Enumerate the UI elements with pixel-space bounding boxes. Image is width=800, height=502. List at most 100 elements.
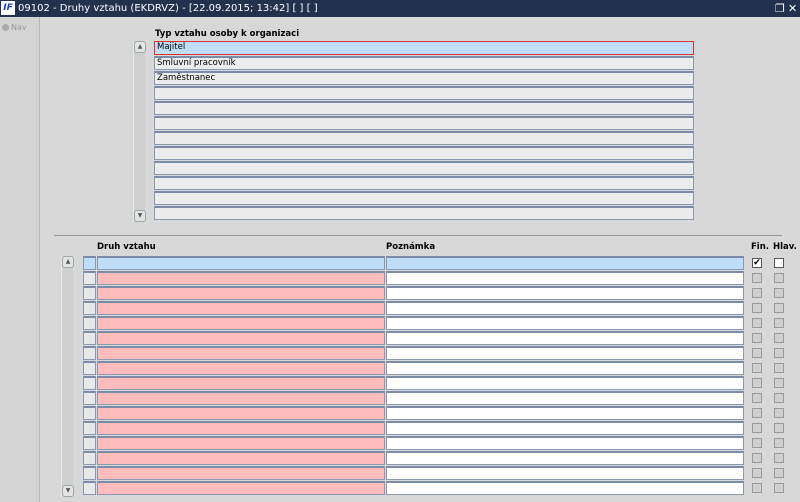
poznamka-field[interactable] bbox=[386, 466, 744, 480]
druh-vztahu-field[interactable] bbox=[97, 361, 385, 375]
typ-vztahu-field[interactable] bbox=[154, 116, 694, 130]
poznamka-field[interactable] bbox=[386, 406, 744, 420]
record-indicator[interactable] bbox=[83, 421, 96, 435]
druh-vztahu-field[interactable] bbox=[97, 466, 385, 480]
scroll-down-icon[interactable]: ▼ bbox=[62, 485, 74, 497]
record-indicator[interactable] bbox=[83, 271, 96, 285]
fin-checkbox[interactable] bbox=[752, 483, 762, 493]
record-indicator[interactable] bbox=[83, 376, 96, 390]
fin-checkbox[interactable] bbox=[752, 348, 762, 358]
typ-vztahu-field[interactable]: Majitel bbox=[154, 41, 694, 55]
fin-checkbox[interactable] bbox=[752, 288, 762, 298]
druh-vztahu-field[interactable] bbox=[97, 331, 385, 345]
typ-vztahu-field[interactable] bbox=[154, 161, 694, 175]
fin-checkbox[interactable] bbox=[752, 438, 762, 448]
poznamka-field[interactable] bbox=[386, 481, 744, 495]
hlav-checkbox[interactable] bbox=[774, 318, 784, 328]
record-indicator[interactable] bbox=[83, 481, 96, 495]
poznamka-field[interactable] bbox=[386, 271, 744, 285]
hlav-checkbox[interactable] bbox=[774, 258, 784, 268]
poznamka-field[interactable] bbox=[386, 436, 744, 450]
druh-vztahu-field[interactable] bbox=[97, 316, 385, 330]
fin-checkbox[interactable] bbox=[752, 393, 762, 403]
close-icon[interactable]: ✕ bbox=[788, 0, 797, 17]
scroll-down-icon[interactable]: ▼ bbox=[134, 210, 146, 222]
record-indicator[interactable] bbox=[83, 406, 96, 420]
bottom-scrollbar[interactable]: ▲ ▼ bbox=[61, 256, 74, 497]
poznamka-field[interactable] bbox=[386, 346, 744, 360]
druh-vztahu-field[interactable] bbox=[97, 421, 385, 435]
hlav-checkbox[interactable] bbox=[774, 408, 784, 418]
poznamka-field[interactable] bbox=[386, 286, 744, 300]
hlav-checkbox[interactable] bbox=[774, 468, 784, 478]
poznamka-field[interactable] bbox=[386, 391, 744, 405]
typ-vztahu-field[interactable] bbox=[154, 206, 694, 220]
fin-checkbox[interactable] bbox=[752, 468, 762, 478]
typ-vztahu-field[interactable]: Smluvní pracovník bbox=[154, 56, 694, 70]
fin-checkbox[interactable] bbox=[752, 318, 762, 328]
record-indicator[interactable] bbox=[83, 361, 96, 375]
druh-vztahu-field[interactable] bbox=[97, 271, 385, 285]
hlav-checkbox[interactable] bbox=[774, 423, 784, 433]
druh-vztahu-field[interactable] bbox=[97, 346, 385, 360]
typ-vztahu-field[interactable] bbox=[154, 176, 694, 190]
record-indicator[interactable] bbox=[83, 451, 96, 465]
fin-checkbox[interactable] bbox=[752, 408, 762, 418]
record-indicator[interactable] bbox=[83, 256, 96, 270]
poznamka-field[interactable] bbox=[386, 361, 744, 375]
druh-vztahu-field[interactable] bbox=[97, 286, 385, 300]
poznamka-field[interactable] bbox=[386, 256, 744, 270]
record-indicator[interactable] bbox=[83, 286, 96, 300]
hlav-checkbox[interactable] bbox=[774, 378, 784, 388]
scroll-up-icon[interactable]: ▲ bbox=[62, 256, 74, 268]
scroll-up-icon[interactable]: ▲ bbox=[134, 41, 146, 53]
druh-vztahu-field[interactable] bbox=[97, 301, 385, 315]
hlav-checkbox[interactable] bbox=[774, 363, 784, 373]
fin-checkbox[interactable] bbox=[752, 423, 762, 433]
druh-vztahu-field[interactable] bbox=[97, 376, 385, 390]
druh-vztahu-field[interactable] bbox=[97, 391, 385, 405]
poznamka-field[interactable] bbox=[386, 316, 744, 330]
fin-checkbox[interactable] bbox=[752, 363, 762, 373]
poznamka-field[interactable] bbox=[386, 421, 744, 435]
record-indicator[interactable] bbox=[83, 436, 96, 450]
fin-checkbox[interactable] bbox=[752, 273, 762, 283]
record-indicator[interactable] bbox=[83, 316, 96, 330]
hlav-checkbox[interactable] bbox=[774, 453, 784, 463]
druh-vztahu-field[interactable] bbox=[97, 406, 385, 420]
top-scrollbar[interactable]: ▲ ▼ bbox=[133, 41, 146, 222]
typ-vztahu-field[interactable] bbox=[154, 101, 694, 115]
hlav-checkbox[interactable] bbox=[774, 303, 784, 313]
typ-vztahu-field[interactable] bbox=[154, 146, 694, 160]
poznamka-field[interactable] bbox=[386, 451, 744, 465]
record-indicator[interactable] bbox=[83, 391, 96, 405]
typ-vztahu-field[interactable] bbox=[154, 191, 694, 205]
restore-icon[interactable]: ❐ bbox=[775, 0, 785, 17]
record-indicator[interactable] bbox=[83, 466, 96, 480]
hlav-checkbox[interactable] bbox=[774, 438, 784, 448]
fin-checkbox[interactable] bbox=[752, 303, 762, 313]
hlav-checkbox[interactable] bbox=[774, 273, 784, 283]
poznamka-field[interactable] bbox=[386, 301, 744, 315]
nav-button[interactable]: Nav bbox=[2, 23, 27, 32]
fin-checkbox[interactable] bbox=[752, 333, 762, 343]
typ-vztahu-field[interactable] bbox=[154, 131, 694, 145]
hlav-checkbox[interactable] bbox=[774, 288, 784, 298]
druh-vztahu-field[interactable] bbox=[97, 451, 385, 465]
hlav-checkbox[interactable] bbox=[774, 348, 784, 358]
fin-checkbox[interactable] bbox=[752, 453, 762, 463]
fin-checkbox[interactable]: ✔ bbox=[752, 258, 762, 268]
record-indicator[interactable] bbox=[83, 301, 96, 315]
druh-vztahu-field[interactable] bbox=[97, 256, 385, 270]
fin-checkbox[interactable] bbox=[752, 378, 762, 388]
record-indicator[interactable] bbox=[83, 331, 96, 345]
druh-vztahu-field[interactable] bbox=[97, 436, 385, 450]
hlav-checkbox[interactable] bbox=[774, 393, 784, 403]
druh-vztahu-field[interactable] bbox=[97, 481, 385, 495]
hlav-checkbox[interactable] bbox=[774, 333, 784, 343]
record-indicator[interactable] bbox=[83, 346, 96, 360]
typ-vztahu-field[interactable]: Zaměstnanec bbox=[154, 71, 694, 85]
typ-vztahu-field[interactable] bbox=[154, 86, 694, 100]
hlav-checkbox[interactable] bbox=[774, 483, 784, 493]
poznamka-field[interactable] bbox=[386, 331, 744, 345]
